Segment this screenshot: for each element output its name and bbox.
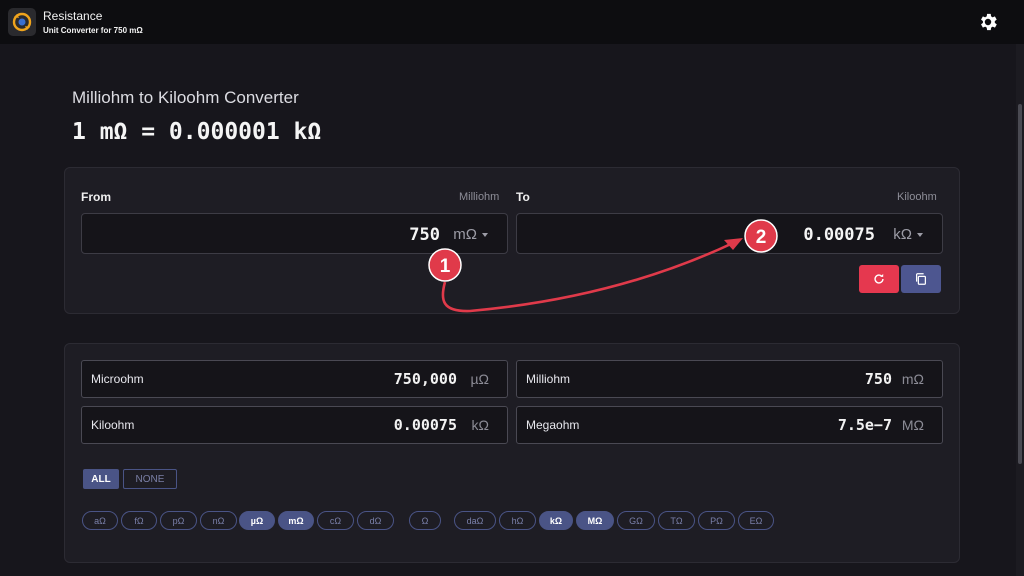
to-value[interactable]: 0.00075 (803, 225, 875, 245)
page-heading: Milliohm to Kiloohm Converter (72, 88, 299, 107)
result-name: Milliohm (526, 372, 571, 386)
from-value-input[interactable]: 750 mΩ (81, 213, 508, 254)
result-value[interactable]: 750,000 (394, 370, 457, 388)
result-row-microohm[interactable]: Microohm 750,000 µΩ (81, 360, 508, 398)
unit-chip-megaohm[interactable]: MΩ (576, 511, 614, 530)
unit-chip-hectoohm[interactable]: hΩ (499, 511, 536, 530)
from-unit-name: Milliohm (459, 191, 500, 203)
unit-chip-attoohm[interactable]: aΩ (82, 511, 118, 530)
unit-chip-femtoohm[interactable]: fΩ (121, 511, 157, 530)
unit-chip-nanoohm[interactable]: nΩ (200, 511, 237, 530)
unit-chip-picoohm[interactable]: pΩ (160, 511, 197, 530)
unit-chip-teraohm[interactable]: TΩ (658, 511, 695, 530)
unit-chip-petaohm[interactable]: PΩ (698, 511, 735, 530)
page-scrollbar[interactable] (1016, 44, 1024, 576)
unit-chip-exaohm[interactable]: EΩ (738, 511, 774, 530)
chevron-down-icon[interactable] (917, 233, 923, 237)
copy-icon (916, 273, 926, 285)
result-value[interactable]: 7.5e−7 (838, 416, 892, 434)
unit-chip-milliohm[interactable]: mΩ (278, 511, 314, 530)
result-unit: µΩ (470, 371, 489, 387)
app-logo-icon (8, 8, 36, 36)
result-name: Kiloohm (91, 418, 135, 432)
result-name: Megaohm (526, 418, 580, 432)
unit-chip-decaohm[interactable]: daΩ (454, 511, 496, 530)
to-unit-select[interactable]: kΩ (893, 226, 912, 243)
unit-chip-ohm[interactable]: Ω (409, 511, 441, 530)
unit-chip-gigaohm[interactable]: GΩ (617, 511, 655, 530)
result-unit: mΩ (901, 371, 924, 387)
select-all-button[interactable]: ALL (83, 469, 119, 489)
gear-icon[interactable] (977, 11, 999, 33)
copy-button[interactable] (901, 265, 941, 293)
refresh-icon (874, 273, 884, 284)
scrollbar-thumb[interactable] (1018, 104, 1022, 464)
result-row-milliohm[interactable]: Milliohm 750 mΩ (516, 360, 943, 398)
from-label: From (81, 190, 111, 204)
result-unit: MΩ (901, 417, 924, 433)
conversion-formula: 1 mΩ = 0.000001 kΩ (72, 119, 322, 145)
result-row-megaohm[interactable]: Megaohm 7.5e−7 MΩ (516, 406, 943, 444)
result-row-kiloohm[interactable]: Kiloohm 0.00075 kΩ (81, 406, 508, 444)
result-name: Microohm (91, 372, 144, 386)
app-header: Resistance Unit Converter for 750 mΩ (0, 0, 1024, 44)
to-label: To (516, 190, 530, 204)
result-value[interactable]: 750 (865, 370, 892, 388)
app-title: Resistance (43, 9, 103, 23)
chevron-down-icon[interactable] (482, 233, 488, 237)
reset-button[interactable] (859, 265, 899, 293)
unit-chip-microohm[interactable]: µΩ (239, 511, 275, 530)
from-value[interactable]: 750 (409, 225, 440, 245)
result-value[interactable]: 0.00075 (394, 416, 457, 434)
app-subtitle: Unit Converter for 750 mΩ (43, 26, 143, 35)
to-unit-name: Kiloohm (897, 191, 937, 203)
unit-chip-kiloohm[interactable]: kΩ (539, 511, 573, 530)
to-value-input[interactable]: 0.00075 kΩ (516, 213, 943, 254)
from-unit-select[interactable]: mΩ (453, 226, 477, 243)
result-unit: kΩ (471, 417, 489, 433)
unit-chip-centiohm[interactable]: cΩ (317, 511, 354, 530)
unit-chip-deciohm[interactable]: dΩ (357, 511, 394, 530)
select-none-button[interactable]: NONE (123, 469, 177, 489)
